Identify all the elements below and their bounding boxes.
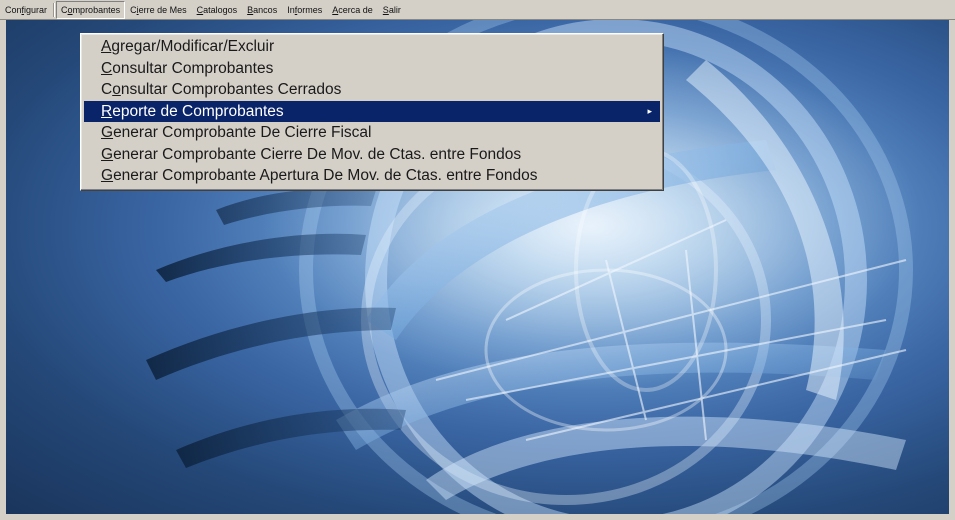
- menu-label-part: cerca de: [338, 4, 373, 15]
- menu-label-part: Con: [5, 4, 22, 15]
- menu-item-generar-cierre-mov-ctas[interactable]: Generar Comprobante Cierre De Mov. de Ct…: [81, 144, 663, 166]
- item-label-accelerator: A: [101, 38, 112, 55]
- comprobantes-dropdown-menu: Agregar/Modificar/Excluir Consultar Comp…: [80, 33, 664, 191]
- menu-comprobantes[interactable]: Comprobantes: [56, 0, 126, 19]
- menu-label-part: mprobantes: [72, 4, 121, 15]
- item-label-part: enerar Comprobante De Cierre Fiscal: [113, 124, 372, 141]
- menu-configurar[interactable]: Configurar: [0, 1, 52, 19]
- item-label-accelerator: o: [112, 81, 121, 98]
- item-label-part: C: [101, 81, 113, 98]
- menu-separator: [53, 2, 56, 17]
- menu-bancos[interactable]: Bancos: [242, 1, 282, 19]
- item-label-accelerator: G: [101, 145, 114, 163]
- menu-cierre-de-mes[interactable]: Cierre de Mes: [125, 1, 192, 19]
- item-label-part: onsultar Comprobantes: [112, 59, 274, 77]
- menu-item-consultar-comprobantes-cerrados[interactable]: Consultar Comprobantes Cerrados: [81, 79, 663, 101]
- item-label-accelerator: G: [101, 124, 114, 141]
- menu-label-part: erre de Mes: [138, 4, 187, 15]
- menu-informes[interactable]: Informes: [282, 1, 327, 19]
- submenu-arrow-icon: ▸: [647, 105, 652, 116]
- item-label-accelerator: R: [101, 102, 113, 120]
- item-label-accelerator: C: [101, 59, 113, 77]
- menu-item-generar-apertura-mov-ctas[interactable]: Generar Comprobante Apertura De Mov. de …: [81, 165, 663, 187]
- item-label-part: enerar Comprobante Cierre De Mov. de Cta…: [113, 145, 522, 163]
- menu-acerca-de[interactable]: Acerca de: [327, 1, 378, 19]
- menu-item-generar-cierre-fiscal[interactable]: Generar Comprobante De Cierre Fiscal: [81, 122, 663, 144]
- menu-item-consultar-comprobantes[interactable]: Consultar Comprobantes: [81, 58, 663, 80]
- item-label-part: eporte de Comprobantes: [112, 102, 284, 120]
- menu-label-part: ancos: [253, 4, 278, 15]
- menu-item-agregar-modificar-excluir[interactable]: Agregar/Modificar/Excluir: [81, 36, 663, 58]
- menu-label-part: ormes: [297, 4, 323, 15]
- menu-label-part: igurar: [24, 4, 48, 15]
- menu-label-part: alir: [388, 4, 401, 15]
- menu-catalogos[interactable]: Catalogos: [192, 1, 243, 19]
- menu-bar: Configurar Comprobantes Cierre de Mes Ca…: [0, 0, 955, 20]
- menu-label-part: In: [287, 4, 295, 15]
- item-label-part: enerar Comprobante Apertura De Mov. de C…: [113, 167, 538, 184]
- menu-item-reporte-de-comprobantes[interactable]: Reporte de Comprobantes ▸: [84, 100, 660, 122]
- menu-salir[interactable]: Salir: [378, 1, 406, 19]
- item-label-accelerator: G: [101, 167, 114, 184]
- menu-label-part: atalogos: [203, 4, 238, 15]
- item-label-part: nsultar Comprobantes Cerrados: [120, 81, 342, 98]
- item-label-part: gregar/Modificar/Excluir: [111, 38, 275, 55]
